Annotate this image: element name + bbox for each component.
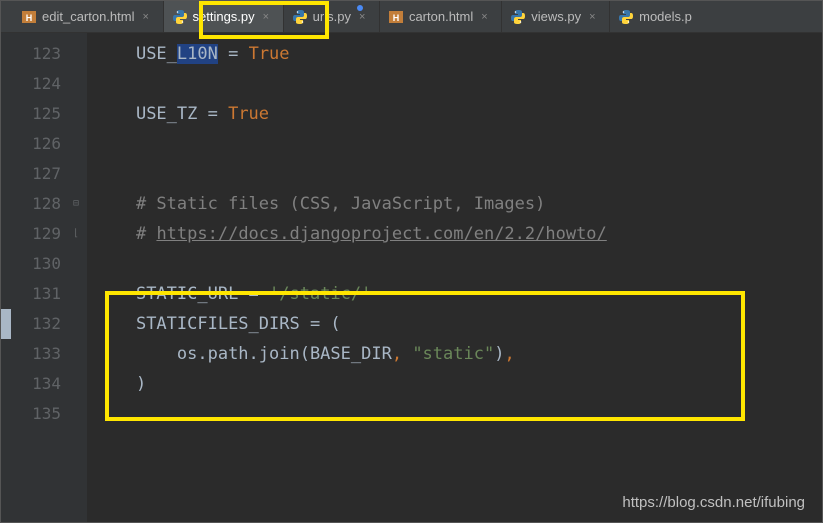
tab-label: settings.py xyxy=(193,9,255,24)
line-number: 125 xyxy=(11,99,73,129)
tab-carton[interactable]: H carton.html × xyxy=(380,1,502,32)
tab-urls[interactable]: urls.py × xyxy=(284,1,380,32)
close-icon[interactable]: × xyxy=(481,11,493,23)
code-line: STATICFILES_DIRS = ( xyxy=(95,309,822,339)
python-icon xyxy=(292,9,308,25)
close-icon[interactable]: × xyxy=(263,11,275,23)
line-number: 132 xyxy=(11,309,73,339)
tab-label: edit_carton.html xyxy=(42,9,135,24)
tab-label: carton.html xyxy=(409,9,473,24)
line-gutter: 123 124 125 126 127 128 129 130 131 132 … xyxy=(11,33,73,522)
fold-icon[interactable]: ⊟ xyxy=(73,189,79,219)
close-icon[interactable]: × xyxy=(359,11,371,23)
line-number: 124 xyxy=(11,69,73,99)
active-line-marker xyxy=(1,309,11,339)
tab-models[interactable]: models.p xyxy=(610,1,700,32)
tab-bar: H edit_carton.html × settings.py × urls.… xyxy=(1,1,822,33)
close-icon[interactable]: × xyxy=(589,11,601,23)
tab-edit-carton[interactable]: H edit_carton.html × xyxy=(11,1,164,32)
code-line xyxy=(95,249,822,279)
close-icon[interactable]: × xyxy=(143,11,155,23)
line-number: 133 xyxy=(11,339,73,369)
code-line xyxy=(95,159,822,189)
tab-settings[interactable]: settings.py × xyxy=(164,1,284,32)
code-line: USE_L10N = True xyxy=(95,39,822,69)
editor-left-margin xyxy=(1,33,11,522)
svg-text:H: H xyxy=(26,13,33,23)
watermark-text: https://blog.csdn.net/ifubing xyxy=(622,494,805,511)
code-line: ) xyxy=(95,369,822,399)
fold-gutter: ⊟ ⌊ xyxy=(73,33,87,522)
code-line: # https://docs.djangoproject.com/en/2.2/… xyxy=(95,219,822,249)
python-icon xyxy=(172,9,188,25)
html-icon: H xyxy=(21,9,37,25)
code-line xyxy=(95,129,822,159)
line-number: 130 xyxy=(11,249,73,279)
line-number: 123 xyxy=(11,39,73,69)
tab-label: models.p xyxy=(639,9,692,24)
line-number: 128 xyxy=(11,189,73,219)
code-line xyxy=(95,399,822,429)
line-number: 127 xyxy=(11,159,73,189)
code-line: os.path.join(BASE_DIR, "static"), xyxy=(95,339,822,369)
python-icon xyxy=(510,9,526,25)
tab-views[interactable]: views.py × xyxy=(502,1,610,32)
html-icon: H xyxy=(388,9,404,25)
editor-area[interactable]: 123 124 125 126 127 128 129 130 131 132 … xyxy=(1,33,822,522)
line-number: 135 xyxy=(11,399,73,429)
tab-label: views.py xyxy=(531,9,581,24)
code-line: STATIC_URL = '/static/' xyxy=(95,279,822,309)
python-icon xyxy=(618,9,634,25)
fold-end-icon[interactable]: ⌊ xyxy=(73,219,79,249)
line-number: 129 xyxy=(11,219,73,249)
tab-label: urls.py xyxy=(313,9,351,24)
code-line: # Static files (CSS, JavaScript, Images) xyxy=(95,189,822,219)
svg-text:H: H xyxy=(393,13,400,23)
code-content[interactable]: USE_L10N = True USE_TZ = True # Static f… xyxy=(87,33,822,522)
code-line: USE_TZ = True xyxy=(95,99,822,129)
code-line xyxy=(95,69,822,99)
line-number: 131 xyxy=(11,279,73,309)
line-number: 126 xyxy=(11,129,73,159)
line-number: 134 xyxy=(11,369,73,399)
